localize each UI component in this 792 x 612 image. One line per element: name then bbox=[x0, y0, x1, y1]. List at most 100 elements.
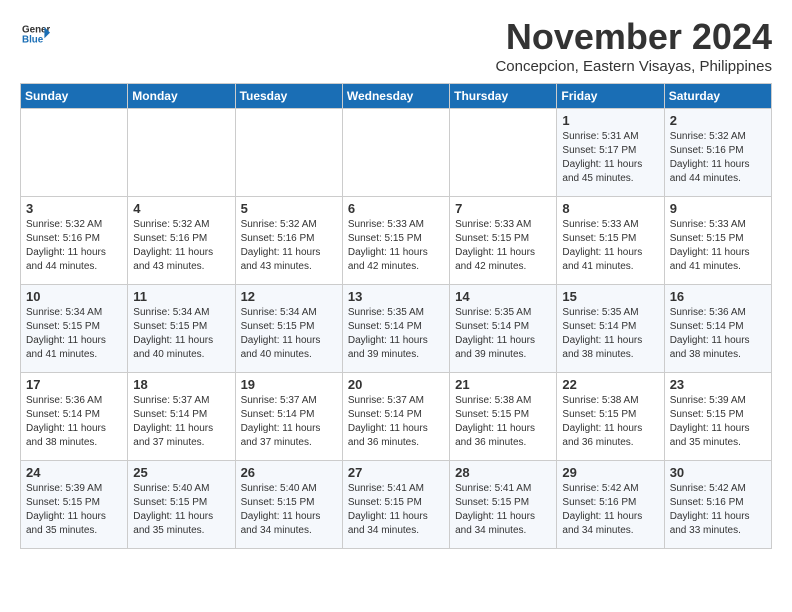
day-info: Sunrise: 5:42 AM Sunset: 5:16 PM Dayligh… bbox=[670, 482, 766, 538]
calendar-cell: 11Sunrise: 5:34 AM Sunset: 5:15 PM Dayli… bbox=[128, 285, 235, 373]
day-number: 15 bbox=[562, 289, 658, 304]
day-info: Sunrise: 5:40 AM Sunset: 5:15 PM Dayligh… bbox=[133, 482, 229, 538]
day-info: Sunrise: 5:33 AM Sunset: 5:15 PM Dayligh… bbox=[562, 218, 658, 274]
calendar-cell bbox=[450, 109, 557, 197]
day-info: Sunrise: 5:37 AM Sunset: 5:14 PM Dayligh… bbox=[348, 394, 444, 450]
calendar-cell: 23 Sunrise: 5:39 AM Sunset: 5:15 PM Dayli… bbox=[664, 373, 771, 461]
day-info: Sunrise: 5:37 AM Sunset: 5:14 PM Dayligh… bbox=[133, 394, 229, 450]
weekday-header-wednesday: Wednesday bbox=[342, 84, 449, 109]
calendar-week-5: 24Sunrise: 5:39 AM Sunset: 5:15 PM Dayli… bbox=[21, 461, 772, 549]
calendar-cell bbox=[21, 109, 128, 197]
calendar-cell: 29 Sunrise: 5:42 AM Sunset: 5:16 PM Dayli… bbox=[557, 461, 664, 549]
logo: General Blue bbox=[20, 20, 50, 53]
day-info: Sunrise: 5:39 AM Sunset: 5:15 PM Dayligh… bbox=[670, 394, 766, 450]
day-number: 18 bbox=[133, 377, 229, 392]
day-number: 19 bbox=[241, 377, 337, 392]
weekday-header-thursday: Thursday bbox=[450, 84, 557, 109]
day-info: Sunrise: 5:33 AM Sunset: 5:15 PM Dayligh… bbox=[455, 218, 551, 274]
calendar-cell: 22 Sunrise: 5:38 AM Sunset: 5:15 PM Dayli… bbox=[557, 373, 664, 461]
day-number: 1 bbox=[562, 113, 658, 128]
calendar-cell: 18 Sunrise: 5:37 AM Sunset: 5:14 PM Dayli… bbox=[128, 373, 235, 461]
day-info: Sunrise: 5:37 AM Sunset: 5:14 PM Dayligh… bbox=[241, 394, 337, 450]
weekday-header-monday: Monday bbox=[128, 84, 235, 109]
day-number: 23 bbox=[670, 377, 766, 392]
day-info: Sunrise: 5:38 AM Sunset: 5:15 PM Dayligh… bbox=[562, 394, 658, 450]
day-number: 6 bbox=[348, 201, 444, 216]
day-info: Sunrise: 5:41 AM Sunset: 5:15 PM Dayligh… bbox=[455, 482, 551, 538]
day-info: Sunrise: 5:34 AM Sunset: 5:15 PM Dayligh… bbox=[26, 306, 122, 362]
calendar-week-4: 17Sunrise: 5:36 AM Sunset: 5:14 PM Dayli… bbox=[21, 373, 772, 461]
day-number: 5 bbox=[241, 201, 337, 216]
day-info: Sunrise: 5:40 AM Sunset: 5:15 PM Dayligh… bbox=[241, 482, 337, 538]
logo-icon: General Blue bbox=[22, 20, 50, 48]
calendar-cell: 8 Sunrise: 5:33 AM Sunset: 5:15 PM Daylig… bbox=[557, 197, 664, 285]
day-number: 26 bbox=[241, 465, 337, 480]
day-info: Sunrise: 5:41 AM Sunset: 5:15 PM Dayligh… bbox=[348, 482, 444, 538]
calendar-cell: 26 Sunrise: 5:40 AM Sunset: 5:15 PM Dayli… bbox=[235, 461, 342, 549]
day-number: 17 bbox=[26, 377, 122, 392]
day-number: 13 bbox=[348, 289, 444, 304]
day-number: 29 bbox=[562, 465, 658, 480]
weekday-header-tuesday: Tuesday bbox=[235, 84, 342, 109]
day-number: 22 bbox=[562, 377, 658, 392]
day-number: 25 bbox=[133, 465, 229, 480]
day-number: 21 bbox=[455, 377, 551, 392]
calendar-cell: 7 Sunrise: 5:33 AM Sunset: 5:15 PM Daylig… bbox=[450, 197, 557, 285]
calendar-cell bbox=[128, 109, 235, 197]
calendar-cell: 15 Sunrise: 5:35 AM Sunset: 5:14 PM Dayli… bbox=[557, 285, 664, 373]
day-number: 10 bbox=[26, 289, 122, 304]
calendar-cell: 28 Sunrise: 5:41 AM Sunset: 5:15 PM Dayli… bbox=[450, 461, 557, 549]
weekday-header-friday: Friday bbox=[557, 84, 664, 109]
day-number: 3 bbox=[26, 201, 122, 216]
calendar-cell bbox=[342, 109, 449, 197]
calendar-cell: 30Sunrise: 5:42 AM Sunset: 5:16 PM Dayli… bbox=[664, 461, 771, 549]
day-number: 12 bbox=[241, 289, 337, 304]
calendar-cell: 14Sunrise: 5:35 AM Sunset: 5:14 PM Dayli… bbox=[450, 285, 557, 373]
calendar-cell: 21Sunrise: 5:38 AM Sunset: 5:15 PM Dayli… bbox=[450, 373, 557, 461]
calendar-cell: 9 Sunrise: 5:33 AM Sunset: 5:15 PM Daylig… bbox=[664, 197, 771, 285]
day-number: 4 bbox=[133, 201, 229, 216]
day-number: 27 bbox=[348, 465, 444, 480]
header: General Blue November 2024 Concepcion, E… bbox=[20, 16, 772, 75]
calendar-cell: 5 Sunrise: 5:32 AM Sunset: 5:16 PM Daylig… bbox=[235, 197, 342, 285]
location-title: Concepcion, Eastern Visayas, Philippines bbox=[495, 58, 772, 75]
day-number: 9 bbox=[670, 201, 766, 216]
calendar-cell: 6 Sunrise: 5:33 AM Sunset: 5:15 PM Daylig… bbox=[342, 197, 449, 285]
title-area: November 2024 Concepcion, Eastern Visaya… bbox=[495, 16, 772, 75]
day-number: 7 bbox=[455, 201, 551, 216]
day-number: 16 bbox=[670, 289, 766, 304]
day-info: Sunrise: 5:35 AM Sunset: 5:14 PM Dayligh… bbox=[562, 306, 658, 362]
calendar-cell: 3Sunrise: 5:32 AM Sunset: 5:16 PM Daylig… bbox=[21, 197, 128, 285]
calendar-week-2: 3 Sunrise: 5:32 AM Sunset: 5:16 PM Daylig… bbox=[21, 197, 772, 285]
calendar-cell: 19 Sunrise: 5:37 AM Sunset: 5:14 PM Dayli… bbox=[235, 373, 342, 461]
day-info: Sunrise: 5:36 AM Sunset: 5:14 PM Dayligh… bbox=[670, 306, 766, 362]
day-info: Sunrise: 5:35 AM Sunset: 5:14 PM Dayligh… bbox=[455, 306, 551, 362]
calendar-cell: 12 Sunrise: 5:34 AM Sunset: 5:15 PM Dayli… bbox=[235, 285, 342, 373]
svg-text:Blue: Blue bbox=[22, 34, 44, 45]
day-info: Sunrise: 5:31 AM Sunset: 5:17 PM Dayligh… bbox=[562, 130, 658, 186]
calendar-cell: 13 Sunrise: 5:35 AM Sunset: 5:14 PM Dayli… bbox=[342, 285, 449, 373]
day-number: 24 bbox=[26, 465, 122, 480]
day-number: 28 bbox=[455, 465, 551, 480]
day-info: Sunrise: 5:42 AM Sunset: 5:16 PM Dayligh… bbox=[562, 482, 658, 538]
weekday-header-saturday: Saturday bbox=[664, 84, 771, 109]
day-number: 20 bbox=[348, 377, 444, 392]
day-info: Sunrise: 5:32 AM Sunset: 5:16 PM Dayligh… bbox=[241, 218, 337, 274]
calendar-cell: 27 Sunrise: 5:41 AM Sunset: 5:15 PM Dayli… bbox=[342, 461, 449, 549]
day-number: 2 bbox=[670, 113, 766, 128]
day-info: Sunrise: 5:33 AM Sunset: 5:15 PM Dayligh… bbox=[348, 218, 444, 274]
calendar-cell: 4Sunrise: 5:32 AM Sunset: 5:16 PM Daylig… bbox=[128, 197, 235, 285]
calendar-cell: 17Sunrise: 5:36 AM Sunset: 5:14 PM Dayli… bbox=[21, 373, 128, 461]
day-info: Sunrise: 5:34 AM Sunset: 5:15 PM Dayligh… bbox=[133, 306, 229, 362]
day-info: Sunrise: 5:34 AM Sunset: 5:15 PM Dayligh… bbox=[241, 306, 337, 362]
calendar-cell: 16 Sunrise: 5:36 AM Sunset: 5:14 PM Dayli… bbox=[664, 285, 771, 373]
calendar-cell: 25 Sunrise: 5:40 AM Sunset: 5:15 PM Dayli… bbox=[128, 461, 235, 549]
calendar-week-1: 1 Sunrise: 5:31 AM Sunset: 5:17 PM Daylig… bbox=[21, 109, 772, 197]
month-title: November 2024 bbox=[495, 16, 772, 58]
day-number: 8 bbox=[562, 201, 658, 216]
day-info: Sunrise: 5:35 AM Sunset: 5:14 PM Dayligh… bbox=[348, 306, 444, 362]
calendar-week-3: 10 Sunrise: 5:34 AM Sunset: 5:15 PM Dayli… bbox=[21, 285, 772, 373]
calendar-cell bbox=[235, 109, 342, 197]
day-info: Sunrise: 5:33 AM Sunset: 5:15 PM Dayligh… bbox=[670, 218, 766, 274]
calendar-cell: 1 Sunrise: 5:31 AM Sunset: 5:17 PM Daylig… bbox=[557, 109, 664, 197]
